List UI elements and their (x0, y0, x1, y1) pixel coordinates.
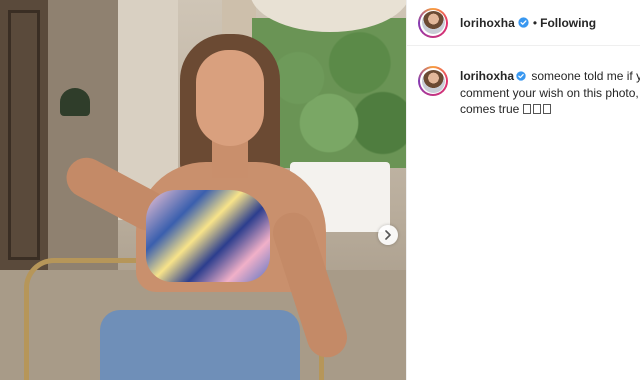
profile-picture (421, 11, 445, 34)
photo-potted-plant (60, 88, 90, 116)
caption-comment: lorihoxha someone told me if you comment… (407, 46, 640, 117)
carousel-next-button[interactable] (378, 225, 398, 245)
emoji-placeholder-icon (532, 104, 541, 114)
photo-wall-inner (48, 0, 118, 270)
photo-jeans (100, 310, 300, 380)
emoji-placeholder-icon (542, 104, 551, 114)
post-header: lorihoxha • Following (407, 0, 640, 46)
caption-username[interactable]: lorihoxha (460, 69, 514, 83)
photo-person-face (196, 50, 264, 146)
avatar[interactable] (418, 7, 448, 38)
separator-dot: • (532, 15, 538, 30)
photo-tie-dye-top (146, 190, 270, 282)
emoji-placeholder-icon (522, 104, 531, 114)
caption-line-2: comment your wish on this photo, it (460, 86, 640, 100)
chevron-right-icon (385, 230, 391, 240)
post-side-panel: lorihoxha • Following lorihoxha someone … (406, 0, 640, 380)
avatar[interactable] (418, 66, 448, 96)
post-username[interactable]: lorihoxha (460, 16, 515, 30)
photo-window (8, 10, 40, 260)
post-photo[interactable] (0, 0, 406, 380)
caption-text: lorihoxha someone told me if you comment… (460, 68, 640, 117)
caption-line-3: comes true (460, 102, 520, 116)
caption-line-1: someone told me if you (531, 69, 640, 83)
verified-badge-icon (516, 69, 526, 85)
verified-badge-icon (518, 17, 529, 28)
emoji-placeholder-icons (522, 102, 553, 116)
following-button[interactable]: Following (540, 16, 596, 30)
profile-picture (421, 69, 445, 93)
